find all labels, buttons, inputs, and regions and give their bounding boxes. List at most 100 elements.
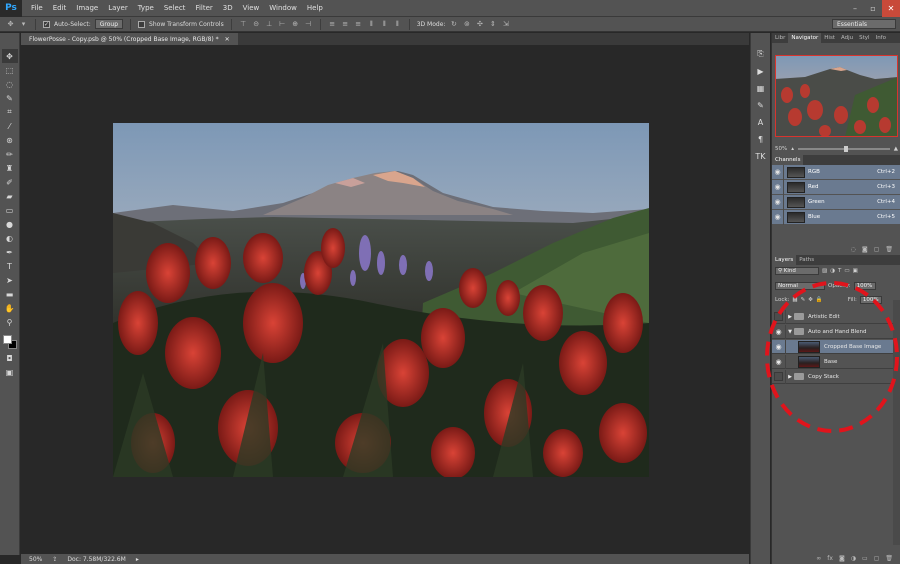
layer-filter-dropdown[interactable]: ⚲ Kind (775, 267, 819, 275)
eye-icon[interactable]: ◉ (772, 324, 786, 339)
brush-tool-icon[interactable]: ✏ (2, 147, 18, 161)
minimize-icon[interactable]: – (846, 0, 864, 17)
clone-stamp-tool-icon[interactable]: ♜ (2, 161, 18, 175)
new-layer-icon[interactable]: ▢ (874, 555, 880, 562)
navigator-zoom-value[interactable]: 50% (775, 146, 787, 152)
eye-icon[interactable]: ◉ (772, 354, 786, 369)
crop-tool-icon[interactable]: ⌗ (2, 105, 18, 119)
auto-select-dropdown[interactable]: Group (94, 19, 124, 29)
eyedropper-tool-icon[interactable]: ⁄ (2, 119, 18, 133)
actions-play-icon[interactable]: ▶ (753, 64, 769, 78)
move-tool-icon[interactable]: ✥ (1, 49, 18, 63)
layer-group-auto-and-hand-blend[interactable]: ◉ ▼ Auto and Hand Blend (772, 324, 893, 339)
history-icon[interactable]: ⎘ (753, 47, 769, 61)
layer-group-artistic-edit[interactable]: ▶ Artistic Edit (772, 309, 893, 324)
document-tab[interactable]: FlowerPosse - Copy.psb @ 50% (Cropped Ba… (21, 33, 238, 45)
adjustment-layer-icon[interactable]: ◑ (851, 555, 856, 562)
menu-view[interactable]: View (238, 4, 265, 12)
tab-channels[interactable]: Channels (772, 155, 804, 165)
distribute-bottom-icon[interactable]: ≡ (354, 20, 363, 29)
channel-row-rgb[interactable]: ◉ RGB Ctrl+2 (772, 164, 900, 180)
filter-pixel-icon[interactable]: ▨ (822, 268, 827, 274)
eye-icon[interactable]: ◉ (772, 164, 784, 180)
character-icon[interactable]: A (753, 115, 769, 129)
type-tool-icon[interactable]: T (2, 259, 18, 273)
history-brush-tool-icon[interactable]: ✐ (2, 175, 18, 189)
tab-libraries[interactable]: Libr (772, 33, 788, 43)
pen-tool-icon[interactable]: ✒ (2, 245, 18, 259)
maximize-icon[interactable]: ▫ (864, 0, 882, 17)
align-top-icon[interactable]: ⊤ (239, 20, 248, 29)
opacity-field[interactable]: 100% (853, 282, 876, 290)
document-image[interactable] (113, 123, 649, 477)
export-icon[interactable]: ⇪ (52, 556, 57, 563)
hand-tool-icon[interactable]: ✋ (2, 301, 18, 315)
menu-layer[interactable]: Layer (103, 4, 133, 12)
fill-field[interactable]: 100% (859, 296, 882, 304)
link-layers-icon[interactable]: ∞ (816, 555, 821, 562)
navigator-zoom-slider[interactable] (798, 146, 890, 152)
menu-window[interactable]: Window (264, 4, 302, 12)
eye-icon[interactable]: ◉ (772, 179, 784, 195)
zoom-out-icon[interactable]: ▴ (791, 146, 794, 152)
trash-icon[interactable]: 🗑 (885, 555, 893, 562)
channel-row-red[interactable]: ◉ Red Ctrl+3 (772, 179, 900, 195)
lasso-tool-icon[interactable]: ◌ (2, 77, 18, 91)
eye-icon[interactable]: ◉ (772, 209, 784, 225)
gradient-tool-icon[interactable]: ▭ (2, 203, 18, 217)
eye-icon[interactable]: ◉ (772, 194, 784, 210)
align-right-icon[interactable]: ⊣ (304, 20, 313, 29)
channel-row-blue[interactable]: ◉ Blue Ctrl+5 (772, 209, 900, 225)
quick-select-tool-icon[interactable]: ✎ (2, 91, 18, 105)
lock-all-icon[interactable]: 🔒 (816, 297, 823, 303)
properties-icon[interactable]: ▦ (753, 81, 769, 95)
align-bottom-icon[interactable]: ⊥ (265, 20, 274, 29)
foreground-color-swatch[interactable] (2, 335, 12, 344)
add-mask-icon[interactable]: ◙ (839, 555, 845, 562)
chevron-right-icon[interactable]: ▶ (786, 374, 794, 380)
brush-settings-icon[interactable]: ✎ (753, 98, 769, 112)
screen-mode-icon[interactable]: ▣ (2, 365, 18, 379)
marquee-tool-icon[interactable]: ⬚ (2, 63, 18, 77)
align-vcenter-icon[interactable]: ⊝ (252, 20, 261, 29)
align-hcenter-icon[interactable]: ⊕ (291, 20, 300, 29)
tab-navigator[interactable]: Navigator (788, 33, 822, 43)
3d-roll-icon[interactable]: ⊚ (462, 20, 471, 29)
layer-base[interactable]: ◉ Base (772, 354, 893, 369)
menu-filter[interactable]: Filter (190, 4, 217, 12)
layer-group-copy-stack[interactable]: ▶ Copy Stack (772, 369, 893, 384)
channel-row-green[interactable]: ◉ Green Ctrl+4 (772, 194, 900, 210)
layer-style-icon[interactable]: fx (827, 555, 833, 562)
menu-3d[interactable]: 3D (218, 4, 238, 12)
show-transform-checkbox[interactable] (138, 20, 146, 28)
path-select-tool-icon[interactable]: ➤ (2, 273, 18, 287)
filter-type-icon[interactable]: T (838, 268, 841, 274)
visibility-toggle[interactable] (772, 309, 786, 324)
distribute-vcenter-icon[interactable]: ≡ (341, 20, 350, 29)
load-selection-icon[interactable]: ◌ (851, 246, 856, 253)
quick-mask-icon[interactable]: ◘ (2, 351, 18, 365)
save-selection-icon[interactable]: ◙ (862, 246, 868, 253)
filter-smart-icon[interactable]: ▣ (853, 268, 858, 274)
3d-scale-icon[interactable]: ⇲ (501, 20, 510, 29)
tab-styles[interactable]: Styl (856, 33, 872, 43)
auto-select-checkbox[interactable] (43, 20, 50, 28)
move-tool-preset-icon[interactable]: ✥ (6, 20, 15, 29)
menu-image[interactable]: Image (71, 4, 103, 12)
tab-paths[interactable]: Paths (796, 255, 817, 265)
dodge-tool-icon[interactable]: ◐ (2, 231, 18, 245)
tab-layers[interactable]: Layers (772, 255, 797, 265)
navigator-preview[interactable] (775, 55, 898, 137)
filter-shape-icon[interactable]: ▭ (844, 268, 849, 274)
chevron-down-icon[interactable]: ▼ (786, 329, 794, 335)
distribute-right-icon[interactable]: ⦀ (393, 20, 402, 29)
status-menu-arrow-icon[interactable]: ▸ (136, 556, 139, 563)
lock-pixels-icon[interactable]: ✎ (801, 297, 806, 303)
healing-brush-tool-icon[interactable]: ⊛ (2, 133, 18, 147)
slider-knob[interactable] (843, 146, 848, 152)
close-icon[interactable]: ✕ (882, 0, 900, 17)
eye-icon[interactable]: ◉ (772, 339, 786, 354)
new-group-icon[interactable]: ▭ (862, 555, 868, 562)
3d-drag-icon[interactable]: ✣ (475, 20, 484, 29)
chevron-down-icon[interactable]: ▾ (19, 20, 28, 29)
